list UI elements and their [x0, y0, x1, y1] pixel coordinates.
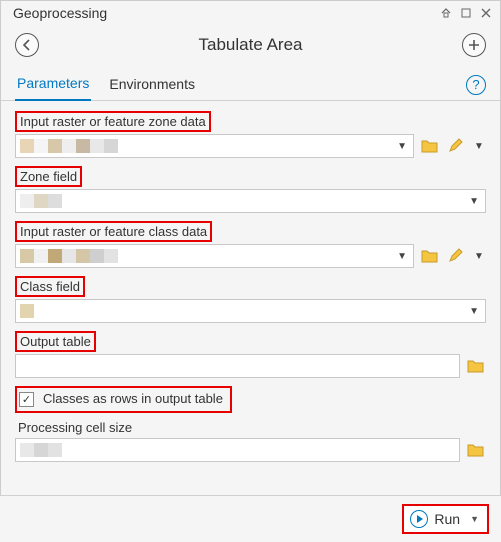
class-data-options-icon[interactable]: ▼: [472, 251, 486, 262]
label-zone-field: Zone field: [15, 166, 82, 187]
tool-header: Tabulate Area: [1, 25, 500, 69]
browse-class-data-icon[interactable]: [420, 246, 440, 266]
edit-zone-data-icon[interactable]: [446, 136, 466, 156]
chevron-down-icon: ▼: [469, 306, 479, 317]
run-button[interactable]: Run ▼: [402, 504, 489, 534]
help-button[interactable]: ?: [466, 75, 486, 95]
tool-title: Tabulate Area: [39, 35, 462, 55]
close-icon[interactable]: [478, 6, 494, 20]
label-zone-data: Input raster or feature zone data: [15, 111, 211, 132]
tab-parameters[interactable]: Parameters: [15, 69, 91, 101]
browse-zone-data-icon[interactable]: [420, 136, 440, 156]
maximize-icon[interactable]: [458, 6, 474, 20]
input-zone-data[interactable]: ▼: [15, 134, 414, 158]
chevron-down-icon: ▼: [469, 196, 479, 207]
tab-bar: Parameters Environments ?: [1, 69, 500, 101]
edit-class-data-icon[interactable]: [446, 246, 466, 266]
input-class-data[interactable]: ▼: [15, 244, 414, 268]
input-output-table[interactable]: [15, 354, 460, 378]
label-output-table: Output table: [15, 331, 96, 352]
input-cell-size[interactable]: [15, 438, 460, 462]
tab-environments[interactable]: Environments: [107, 70, 197, 100]
window-title: Geoprocessing: [13, 5, 434, 21]
dock-icon[interactable]: [438, 6, 454, 20]
input-zone-field[interactable]: ▼: [15, 189, 486, 213]
chevron-down-icon: ▼: [397, 251, 407, 262]
input-class-field[interactable]: ▼: [15, 299, 486, 323]
chevron-down-icon: ▼: [397, 141, 407, 152]
label-cell-size: Processing cell size: [15, 419, 135, 436]
parameters-panel: Input raster or feature zone data ▼ ▼ Zo…: [1, 101, 500, 462]
zone-data-options-icon[interactable]: ▼: [472, 141, 486, 152]
footer: Run ▼: [0, 495, 501, 542]
play-icon: [410, 510, 428, 528]
label-class-data: Input raster or feature class data: [15, 221, 212, 242]
checkbox-classes-rows[interactable]: ✓: [19, 392, 34, 407]
browse-output-table-icon[interactable]: [466, 356, 486, 376]
label-classes-rows: Classes as rows in output table: [40, 390, 226, 407]
add-button[interactable]: [462, 33, 486, 57]
run-label: Run: [434, 511, 460, 527]
label-class-field: Class field: [15, 276, 85, 297]
checkbox-classes-rows-row[interactable]: ✓ Classes as rows in output table: [15, 386, 232, 413]
run-options-icon[interactable]: ▼: [470, 514, 479, 524]
browse-cell-size-icon[interactable]: [466, 440, 486, 460]
back-button[interactable]: [15, 33, 39, 57]
window-titlebar: Geoprocessing: [1, 1, 500, 25]
